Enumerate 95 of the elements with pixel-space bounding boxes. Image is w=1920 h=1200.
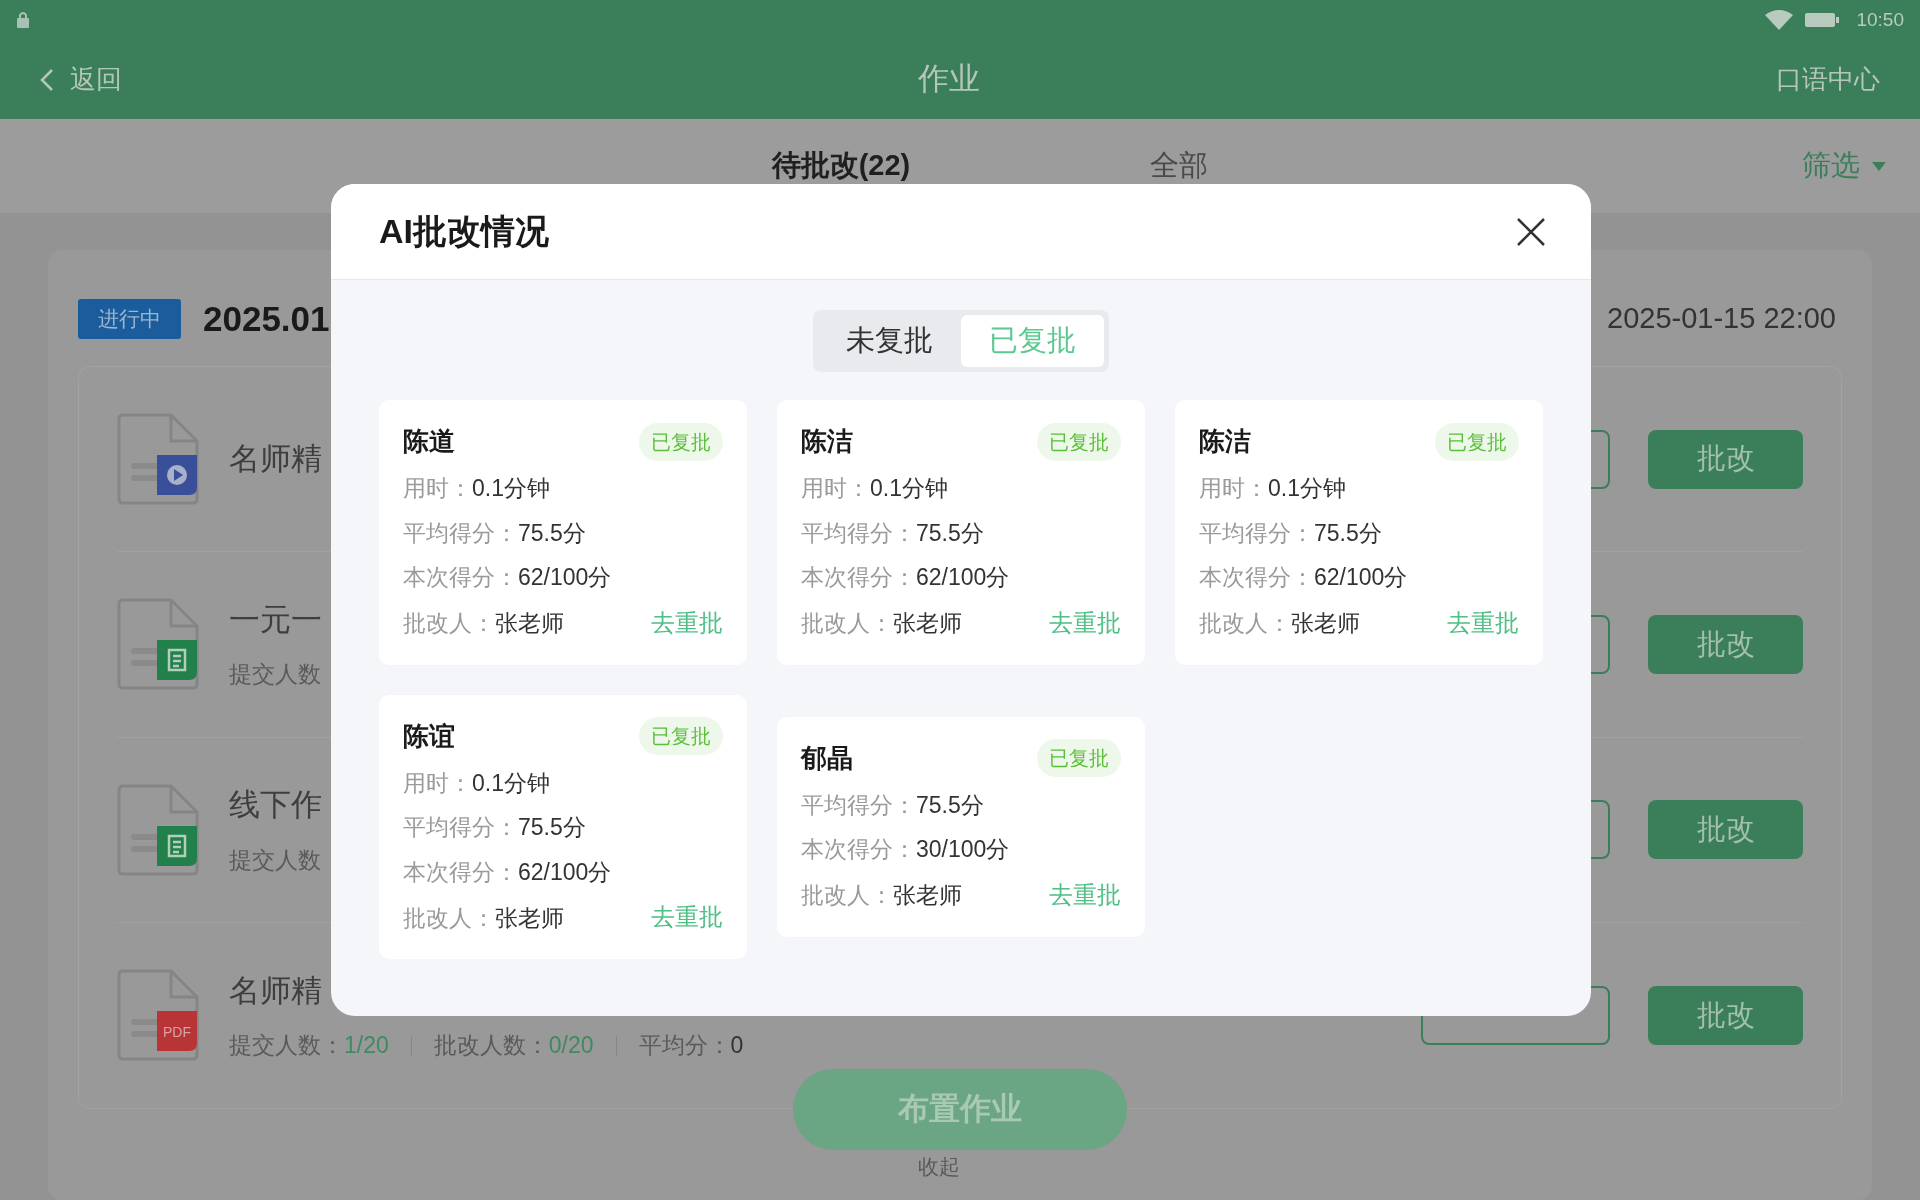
field-value: 75.5分 xyxy=(1314,518,1382,548)
assignment-title: 一元一 xyxy=(229,600,322,639)
status-time: 10:50 xyxy=(1856,7,1904,32)
field-value: 张老师 xyxy=(893,609,962,638)
assignment-title: 名师精 xyxy=(229,971,323,1010)
reviewed-badge: 已复批 xyxy=(1037,739,1121,778)
segment-tab[interactable]: 未复批 xyxy=(818,315,961,367)
reviewed-badge: 已复批 xyxy=(639,717,723,755)
filter-button[interactable]: 筛选 xyxy=(1802,144,1886,188)
student-name: 陈谊 xyxy=(403,719,455,753)
stat-value: 0/20 xyxy=(548,1031,594,1061)
file-icon xyxy=(117,598,201,691)
stat-label: 提交人数 xyxy=(229,660,321,690)
field-label: 用时： xyxy=(801,474,870,503)
field-label: 平均得分： xyxy=(403,518,518,548)
group-date: 2025.01 xyxy=(203,297,330,340)
grade-button[interactable]: 批改 xyxy=(1648,614,1803,674)
page-title: 作业 xyxy=(918,60,980,99)
speaking-center-link[interactable]: 口语中心 xyxy=(1776,60,1880,99)
field-value: 张老师 xyxy=(495,609,564,638)
field-label: 本次得分： xyxy=(801,835,916,865)
grade-button[interactable]: 批改 xyxy=(1648,429,1803,489)
field-value: 0.1分钟 xyxy=(472,474,550,503)
reviewed-badge: 已复批 xyxy=(1435,422,1519,461)
stat-label: 提交人数 xyxy=(229,845,321,875)
field-value: 75.5分 xyxy=(518,518,586,548)
field-label: 平均得分： xyxy=(801,790,916,820)
assignment-title: 名师精 xyxy=(229,439,322,478)
caret-down-icon xyxy=(1872,161,1886,171)
field-label: 平均得分： xyxy=(801,518,916,548)
field-label: 批改人： xyxy=(403,903,495,933)
field-value: 62/100分 xyxy=(916,563,1010,592)
battery-icon xyxy=(1804,12,1841,28)
field-value: 75.5分 xyxy=(916,790,984,820)
field-value: 张老师 xyxy=(495,903,564,933)
field-value: 0.1分钟 xyxy=(472,768,550,798)
field-value: 张老师 xyxy=(893,881,962,911)
segment-tab[interactable]: 已复批 xyxy=(961,315,1104,367)
assign-homework-button[interactable]: 布置作业 xyxy=(793,1069,1127,1150)
field-value: 0.1分钟 xyxy=(870,474,948,503)
field-label: 本次得分： xyxy=(1199,563,1314,592)
back-button[interactable]: 返回 xyxy=(40,60,122,99)
field-value: 0.1分钟 xyxy=(1268,474,1346,503)
field-label: 批改人： xyxy=(1199,609,1291,638)
field-label: 批改人： xyxy=(801,609,893,638)
grade-button[interactable]: 批改 xyxy=(1648,985,1803,1045)
field-label: 本次得分： xyxy=(403,563,518,592)
field-label: 用时： xyxy=(403,474,472,503)
field-label: 批改人： xyxy=(403,609,495,638)
field-label: 平均得分： xyxy=(403,813,518,842)
field-label: 用时： xyxy=(1199,474,1268,503)
field-value: 62/100分 xyxy=(518,563,612,592)
due-date: 2025-01-15 22:00 xyxy=(1607,301,1836,337)
file-icon xyxy=(117,413,201,506)
grade-button[interactable]: 批改 xyxy=(1648,800,1803,860)
field-label: 本次得分： xyxy=(403,857,518,887)
field-value: 62/100分 xyxy=(518,857,612,887)
chevron-left-icon xyxy=(40,67,54,92)
reviewed-badge: 已复批 xyxy=(1037,422,1121,461)
field-label: 本次得分： xyxy=(801,563,916,592)
stat-label: 批改人数： xyxy=(433,1031,549,1061)
file-icon xyxy=(117,783,201,876)
student-name: 郁晶 xyxy=(801,741,853,775)
dialog-title: AI批改情况 xyxy=(379,211,549,252)
stat-value: 0 xyxy=(730,1031,744,1061)
stat-value: 1/20 xyxy=(344,1031,389,1061)
lock-icon xyxy=(16,11,30,29)
field-value: 62/100分 xyxy=(1314,563,1408,592)
student-name: 陈洁 xyxy=(801,425,853,458)
collapse-link[interactable]: 收起 xyxy=(918,1151,960,1183)
tab[interactable]: 全部 xyxy=(1150,144,1209,188)
field-value: 75.5分 xyxy=(518,813,586,842)
stat-label: 提交人数： xyxy=(229,1031,344,1061)
student-name: 陈洁 xyxy=(1199,425,1251,458)
field-label: 用时： xyxy=(403,768,472,798)
back-label: 返回 xyxy=(70,63,122,96)
re-review-link[interactable]: 去重批 xyxy=(651,604,723,641)
close-icon xyxy=(1516,216,1546,247)
student-name: 陈道 xyxy=(403,425,455,458)
field-label: 平均得分： xyxy=(1199,518,1314,548)
assignment-title: 线下作 xyxy=(229,786,322,825)
field-value: 张老师 xyxy=(1291,609,1360,638)
re-review-link[interactable]: 去重批 xyxy=(1447,604,1519,641)
tab[interactable]: 待批改(22) xyxy=(771,144,911,188)
reviewed-badge: 已复批 xyxy=(639,422,723,461)
re-review-link[interactable]: 去重批 xyxy=(1049,604,1121,641)
stat-label: 平均分： xyxy=(638,1031,731,1061)
field-value: 30/100分 xyxy=(916,835,1010,865)
field-label: 批改人： xyxy=(801,881,893,911)
re-review-link[interactable]: 去重批 xyxy=(1049,876,1121,913)
status-badge: 进行中 xyxy=(78,299,181,339)
re-review-link[interactable]: 去重批 xyxy=(651,899,723,935)
file-icon: PDF xyxy=(117,969,201,1062)
wifi-icon xyxy=(1764,9,1795,31)
field-value: 75.5分 xyxy=(916,518,984,548)
